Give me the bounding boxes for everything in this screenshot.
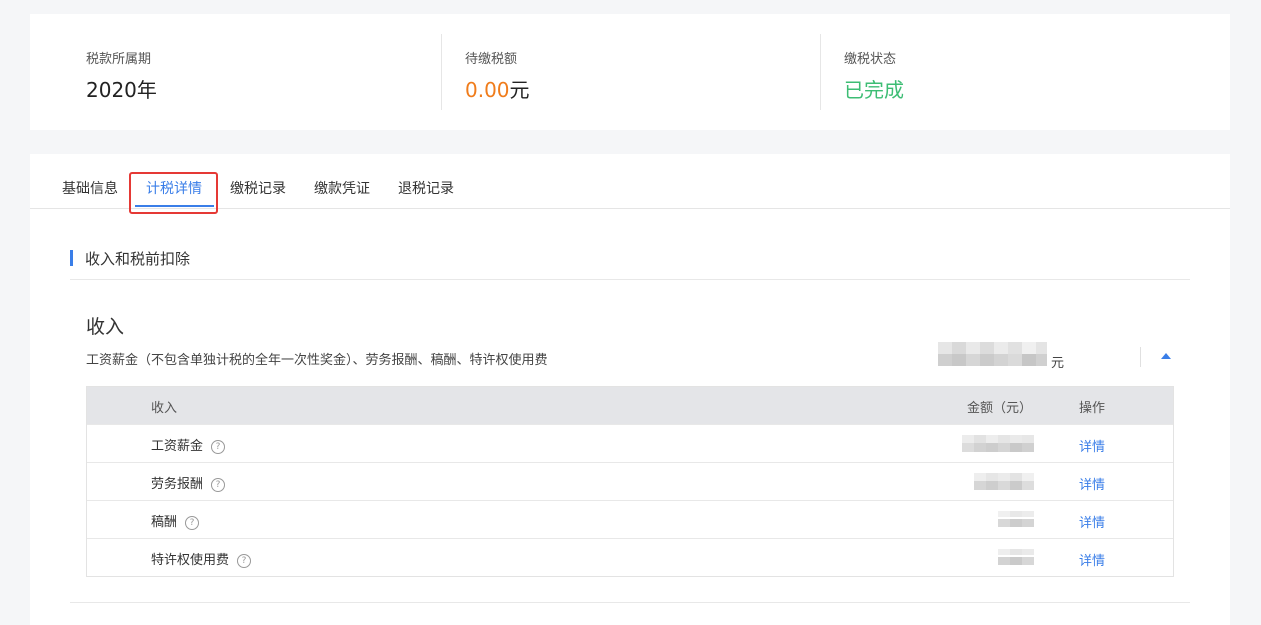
income-name-cell: 劳务报酬?: [151, 473, 226, 492]
income-description: 工资薪金（不包含单独计税的全年一次性奖金）、劳务报酬、稿酬、特许权使用费: [86, 353, 548, 368]
header-operation: 操作: [1079, 401, 1106, 416]
table-row: 特许权使用费? 详情: [87, 538, 1173, 576]
section-accent-bar: [70, 250, 73, 266]
row-label: 工资薪金: [151, 439, 204, 454]
amount-redacted: [998, 511, 1034, 528]
row-label: 特许权使用费: [151, 553, 230, 568]
help-icon[interactable]: ?: [237, 554, 252, 568]
amount-redacted: [998, 549, 1034, 566]
tab-bar: 基础信息 计税详情 缴税记录 缴款凭证 退税记录: [30, 154, 1230, 214]
period-label: 税款所属期: [86, 52, 152, 67]
highlight-box: [129, 172, 218, 214]
period-value: 2020年: [86, 78, 157, 102]
income-name-cell: 稿酬?: [151, 511, 200, 530]
pending-value: 0.00元: [465, 74, 530, 103]
income-total-unit: 元: [1051, 356, 1065, 371]
table-row: 工资薪金? 详情: [87, 424, 1173, 462]
header-divider: [1140, 347, 1141, 367]
income-total-redacted: [938, 342, 1047, 366]
help-icon[interactable]: ?: [185, 516, 200, 530]
header-amount: 金额（元）: [966, 401, 1032, 416]
row-label: 稿酬: [151, 515, 178, 530]
pending-label: 待缴税额: [465, 52, 518, 67]
section-header: 收入和税前扣除: [70, 250, 1190, 280]
tab-basic-info[interactable]: 基础信息: [62, 178, 118, 198]
tab-refund-records[interactable]: 退税记录: [398, 178, 454, 198]
status-value: 已完成: [844, 78, 904, 102]
amount-redacted: [974, 473, 1034, 490]
pending-amount: 0.00: [465, 78, 510, 102]
row-label: 劳务报酬: [151, 477, 204, 492]
section-divider: [70, 602, 1190, 603]
header-income: 收入: [151, 401, 178, 416]
table-header: 收入 金额（元） 操作: [87, 387, 1173, 424]
tab-payment-vouchers[interactable]: 缴款凭证: [314, 178, 370, 198]
table-row: 劳务报酬? 详情: [87, 462, 1173, 500]
income-title: 收入: [86, 316, 125, 338]
detail-link[interactable]: 详情: [1079, 512, 1105, 531]
detail-link[interactable]: 详情: [1079, 474, 1105, 493]
summary-divider: [820, 34, 821, 110]
pending-unit: 元: [509, 78, 530, 102]
detail-link[interactable]: 详情: [1079, 436, 1105, 455]
help-icon[interactable]: ?: [211, 440, 226, 454]
help-icon[interactable]: ?: [211, 478, 226, 492]
detail-link[interactable]: 详情: [1079, 550, 1105, 569]
tab-payment-records[interactable]: 缴税记录: [230, 178, 286, 198]
table-row: 稿酬? 详情: [87, 500, 1173, 538]
tax-summary-card: 税款所属期 2020年 待缴税额 0.00元 缴税状态 已完成: [30, 14, 1230, 130]
income-name-cell: 工资薪金?: [151, 435, 226, 454]
income-table: 收入 金额（元） 操作 工资薪金? 详情 劳务报酬? 详情 稿酬? 详情 特许权…: [86, 386, 1174, 577]
summary-divider: [441, 34, 442, 110]
status-label: 缴税状态: [844, 52, 897, 67]
section-title: 收入和税前扣除: [85, 250, 191, 268]
caret-up-icon[interactable]: [1160, 352, 1172, 360]
detail-panel: 基础信息 计税详情 缴税记录 缴款凭证 退税记录 收入和税前扣除 收入 工资薪金…: [30, 154, 1230, 625]
income-name-cell: 特许权使用费?: [151, 549, 252, 568]
amount-redacted: [962, 435, 1034, 452]
